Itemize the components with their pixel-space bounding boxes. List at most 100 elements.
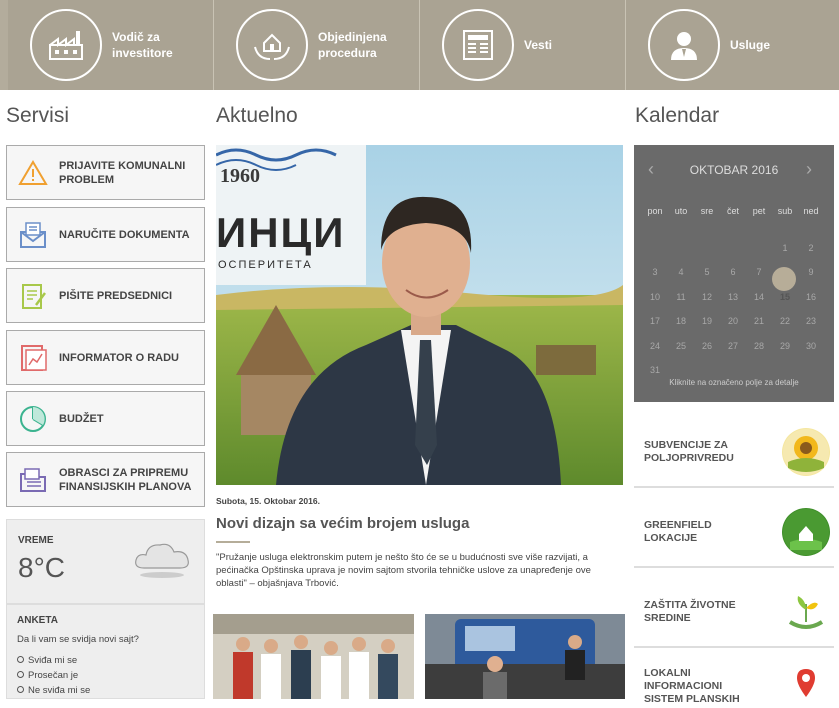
calendar-day[interactable]: 16: [798, 292, 824, 302]
promo-greenfield[interactable]: GREENFIELD LOKACIJE: [634, 498, 834, 568]
service-prijavite-problem[interactable]: PRIJAVITE KOMUNALNI PROBLEM: [6, 145, 205, 200]
promo-lokalni-informacioni[interactable]: LOKALNI INFORMACIONI SISTEM PLANSKIH: [634, 658, 834, 705]
calendar-day[interactable]: 22: [772, 316, 798, 326]
calendar-day[interactable]: 27: [720, 341, 746, 351]
weekday: čet: [726, 206, 739, 217]
chevron-right-icon[interactable]: ›: [806, 159, 812, 180]
weather-label: VREME: [18, 535, 54, 546]
calendar-day[interactable]: 28: [746, 341, 772, 351]
calendar-day[interactable]: 7: [746, 267, 772, 277]
calendar-day[interactable]: 25: [668, 341, 694, 351]
pie-chart-icon: [7, 404, 59, 434]
calendar-month: OKTOBAR 2016: [689, 163, 779, 177]
nav-item-objedinjena-procedura[interactable]: Objedinjena procedura: [214, 0, 420, 90]
promo-subvencije[interactable]: SUBVENCIJE ZA POLJOPRIVREDU: [634, 418, 834, 488]
photo-sign-main: ИНЦИ: [216, 209, 346, 256]
promo-label: ZAŠTITA ŽIVOTNE SREDINE: [644, 599, 736, 624]
calendar-day[interactable]: 12: [694, 292, 720, 302]
calendar-day[interactable]: 20: [720, 316, 746, 326]
calendar-day[interactable]: 14: [746, 292, 772, 302]
news-thumbnail[interactable]: [213, 614, 414, 699]
radio-icon[interactable]: [17, 686, 24, 693]
weekday: pon: [647, 206, 663, 217]
calendar-day[interactable]: 29: [772, 341, 798, 351]
green-house-icon: [782, 508, 830, 556]
house-hands-icon: [236, 9, 308, 81]
calendar-hint: Kliknite na označeno polje za detalje: [669, 378, 799, 387]
photo-sign-sub: ОСПЕРИТЕТА: [218, 259, 313, 271]
poll-title: ANKETA: [17, 615, 58, 626]
warning-icon: [7, 159, 59, 187]
map-pin-icon: [782, 667, 830, 703]
calendar-week: 17 18 19 20 21 22 23: [642, 309, 828, 334]
calendar-day[interactable]: 2: [798, 243, 824, 253]
service-pisite-predsednici[interactable]: PIŠITE PREDSEDNICI: [6, 268, 205, 323]
promo-label: LOKALNI INFORMACIONI SISTEM PLANSKIH: [644, 667, 740, 705]
calendar-day[interactable]: 19: [694, 316, 720, 326]
calendar-day[interactable]: 4: [668, 267, 694, 277]
calendar-week: 10 11 12 13 14 15 16: [642, 285, 828, 310]
news-headline[interactable]: Novi dizajn sa većim brojem usluga: [216, 515, 469, 532]
calendar-day[interactable]: 9: [798, 267, 824, 277]
calendar-day[interactable]: 13: [720, 292, 746, 302]
radio-icon[interactable]: [17, 656, 24, 663]
calendar-day[interactable]: 24: [642, 341, 668, 351]
cloud-icon: [132, 538, 194, 583]
calendar-day[interactable]: 1: [772, 243, 798, 253]
poll-option[interactable]: Sviđa mi se: [17, 653, 194, 668]
promo-zastita[interactable]: ZAŠTITA ŽIVOTNE SREDINE: [634, 578, 834, 648]
weekday: sre: [700, 206, 714, 217]
nav-label: Vodič za investitore: [112, 30, 173, 60]
promo-label: GREENFIELD LOKACIJE: [644, 519, 712, 544]
calendar-day[interactable]: 26: [694, 341, 720, 351]
service-obrasci[interactable]: OBRASCI ZA PRIPREMU FINANSIJSKIH PLANOVA: [6, 452, 205, 507]
calendar-day[interactable]: 5: [694, 267, 720, 277]
calendar-day[interactable]: 31: [642, 365, 668, 375]
news-thumbnail[interactable]: [425, 614, 625, 699]
nav-item-investitori[interactable]: Vodič za investitore: [8, 0, 214, 90]
news-excerpt: "Pružanje usluga elektronskim putem je n…: [216, 552, 591, 589]
calendar-day[interactable]: 3: [642, 267, 668, 277]
poll-option[interactable]: Ne sviđa mi se: [17, 683, 194, 698]
calendar-week: 12: [642, 236, 828, 261]
calendar-day[interactable]: 30: [798, 341, 824, 351]
aktuelno-title: Aktuelno: [216, 104, 298, 127]
service-label: PIŠITE PREDSEDNICI: [59, 289, 173, 302]
nav-label: Vesti: [524, 38, 553, 52]
calendar-day[interactable]: 23: [798, 316, 824, 326]
calendar-day[interactable]: 21: [746, 316, 772, 326]
news-date: Subota, 15. Oktobar 2016.: [216, 496, 320, 506]
weekday: uto: [674, 206, 688, 217]
calendar-day[interactable]: 11: [668, 292, 694, 302]
service-budzet[interactable]: BUDŽET: [6, 391, 205, 446]
calendar-day[interactable]: 6: [720, 267, 746, 277]
calendar-day[interactable]: 18: [668, 316, 694, 326]
calendar-week: 24 25 26 27 28 29 30: [642, 334, 828, 359]
nav-item-vesti[interactable]: Vesti: [420, 0, 626, 90]
calendar-day-today[interactable]: 15: [772, 292, 798, 302]
nav-label: Usluge: [730, 38, 771, 52]
weekday: ned: [803, 206, 819, 217]
calendar-day[interactable]: 10: [642, 292, 668, 302]
promo-label: SUBVENCIJE ZA POLJOPRIVREDU: [644, 439, 734, 464]
poll-question: Da li vam se svidja novi sajt?: [17, 634, 139, 645]
service-label: OBRASCI ZA PRIPREMU FINANSIJSKIH PLANOVA: [59, 466, 192, 493]
service-informator-o-radu[interactable]: INFORMATOR O RADU: [6, 330, 205, 385]
folder-forms-icon: [7, 465, 59, 495]
service-label: PRIJAVITE KOMUNALNI PROBLEM: [59, 159, 186, 186]
weather-temp: 8°C: [18, 552, 65, 583]
service-narucite-dokumenta[interactable]: NARUČITE DOKUMENTA: [6, 207, 205, 262]
kalendar-title: Kalendar: [635, 104, 720, 127]
today-highlight: [772, 267, 796, 291]
news-photo[interactable]: 1960 ИНЦИ ОСПЕРИТЕТА: [216, 145, 623, 485]
poll-option[interactable]: Prosečan je: [17, 668, 194, 683]
report-chart-icon: [7, 343, 59, 373]
radio-icon[interactable]: [17, 671, 24, 678]
nav-item-usluge[interactable]: Usluge: [626, 0, 832, 90]
calendar-grid: ponutosrečetpetsubned 12 3456789 1011121…: [642, 199, 828, 383]
calendar-day[interactable]: 17: [642, 316, 668, 326]
headline-underline: [216, 541, 250, 543]
factory-icon: [30, 9, 102, 81]
calendar-widget: ‹ OKTOBAR 2016 › pon uto sre čet pet sub ned 1…: [634, 145, 834, 402]
mail-document-icon: [7, 220, 59, 250]
